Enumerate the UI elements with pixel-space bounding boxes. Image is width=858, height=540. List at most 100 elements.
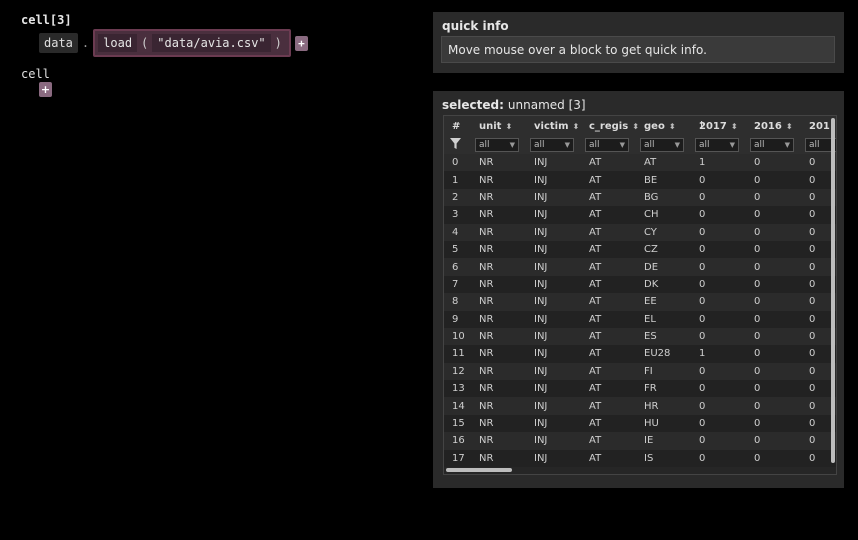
table-cell: AT xyxy=(581,380,636,398)
paren-open: ( xyxy=(141,36,149,50)
table-row[interactable]: 3 NR INJ AT CH 0 0 0 xyxy=(444,206,836,224)
table-row[interactable]: 6 NR INJ AT DE 0 0 0 xyxy=(444,258,836,276)
quick-info-panel: quick info Move mouse over a block to ge… xyxy=(433,12,844,73)
table-cell: BG xyxy=(636,188,691,207)
table-cell: BE xyxy=(636,171,691,189)
add-block-button[interactable]: + xyxy=(294,35,308,51)
table-row[interactable]: 7 NR INJ AT DK 0 0 0 xyxy=(444,275,836,294)
table-cell: INJ xyxy=(526,397,581,415)
table-row[interactable]: 11 NR INJ AT EU28 1 0 0 xyxy=(444,345,836,363)
table-cell: 0 xyxy=(691,275,746,294)
column-filter-select[interactable]: all ▼ xyxy=(640,138,684,152)
table-cell: AT xyxy=(581,293,636,311)
table-cell: CY xyxy=(636,223,691,241)
table-cell: 0 xyxy=(746,432,801,450)
table-cell: 0 xyxy=(691,380,746,398)
table-cell: HR xyxy=(636,397,691,415)
table-cell: INJ xyxy=(526,310,581,328)
table-cell: INJ xyxy=(526,327,581,346)
table-row[interactable]: 13 NR INJ AT FR 0 0 0 xyxy=(444,380,836,398)
table-cell: AT xyxy=(581,275,636,294)
filter-cell: all ▼ xyxy=(691,136,746,154)
sort-arrows-icon[interactable]: ⬍ xyxy=(632,122,639,131)
column-filter-select[interactable]: all ▼ xyxy=(695,138,739,152)
table-cell: INJ xyxy=(526,154,581,172)
table-row[interactable]: 1 NR INJ AT BE 0 0 0 xyxy=(444,171,836,189)
table-row[interactable]: 15 NR INJ AT HU 0 0 0 xyxy=(444,414,836,433)
data-table-viewport[interactable]: # unit ⬍ victim ⬍ c_regis ⬍ geo ⬍ 2017 ⬍ 2016 ⬍ 201 a… xyxy=(443,115,837,475)
table-row[interactable]: 10 NR INJ AT ES 0 0 0 xyxy=(444,327,836,346)
table-cell: NR xyxy=(471,240,526,259)
column-header[interactable]: c_regis ⬍ xyxy=(581,116,639,136)
column-header[interactable]: 2016 ⬍ xyxy=(746,116,801,136)
table-row[interactable]: 4 NR INJ AT CY 0 0 0 xyxy=(444,223,836,241)
data-token[interactable]: data xyxy=(39,33,78,53)
table-cell: INJ xyxy=(526,345,581,363)
table-cell: 0 xyxy=(746,240,801,259)
table-cell: 0 xyxy=(691,310,746,328)
table-cell: 0 xyxy=(691,188,746,207)
table-cell: 0 xyxy=(444,154,471,172)
column-header-label: 2016 xyxy=(754,120,782,132)
table-cell: 0 xyxy=(746,154,801,172)
table-body: 0 NR INJ AT AT 1 0 0 1 NR INJ AT BE 0 0 0 2 NR INJ AT BG 0 0 0 3… xyxy=(444,154,836,468)
filter-value: all xyxy=(479,140,490,150)
path-argument[interactable]: "data/avia.csv" xyxy=(152,34,271,52)
horizontal-scrollbar[interactable] xyxy=(446,468,512,472)
selected-header: selected: unnamed [3] xyxy=(442,98,586,112)
table-cell: 0 xyxy=(746,293,801,311)
column-filter-select[interactable]: all ▼ xyxy=(475,138,519,152)
load-token[interactable]: load xyxy=(98,34,138,52)
chevron-down-icon: ▼ xyxy=(564,141,570,149)
column-header[interactable]: # xyxy=(444,116,471,136)
sort-arrows-icon[interactable]: ⬍ xyxy=(731,122,738,131)
column-header-label: unit xyxy=(479,120,502,132)
dot-token: . xyxy=(81,36,90,50)
column-header-label: # xyxy=(452,120,461,132)
table-cell: 0 xyxy=(746,327,801,346)
table-cell: 1 xyxy=(691,154,746,172)
table-cell: INJ xyxy=(526,293,581,311)
table-cell: CH xyxy=(636,206,691,224)
column-header[interactable]: unit ⬍ xyxy=(471,116,526,136)
table-row[interactable]: 8 NR INJ AT EE 0 0 0 xyxy=(444,293,836,311)
column-filter-select[interactable]: all ▼ xyxy=(530,138,574,152)
add-cell-button[interactable]: + xyxy=(39,82,52,97)
table-row[interactable]: 9 NR INJ AT EL 0 0 0 xyxy=(444,310,836,328)
column-filter-select[interactable]: all ▼ xyxy=(750,138,794,152)
load-call-block[interactable]: load ( "data/avia.csv" ) xyxy=(93,29,291,57)
table-header-row: # unit ⬍ victim ⬍ c_regis ⬍ geo ⬍ 2017 ⬍ 2016 ⬍ 201 xyxy=(444,116,836,136)
column-header[interactable]: victim ⬍ xyxy=(526,116,581,136)
table-cell: 0 xyxy=(746,223,801,241)
sort-arrows-icon[interactable]: ⬍ xyxy=(786,122,793,131)
vertical-scrollbar[interactable] xyxy=(831,118,835,463)
column-header-label: geo xyxy=(644,120,665,132)
table-cell: NR xyxy=(471,414,526,433)
table-row[interactable]: 16 NR INJ AT IE 0 0 0 xyxy=(444,432,836,450)
table-row[interactable]: 14 NR INJ AT HR 0 0 0 xyxy=(444,397,836,415)
sort-arrows-icon[interactable]: ⬍ xyxy=(505,122,512,131)
table-row[interactable]: 12 NR INJ AT FI 0 0 0 xyxy=(444,362,836,381)
column-header[interactable]: geo ⬍ xyxy=(636,116,691,136)
table-cell: 9 xyxy=(444,310,471,328)
table-cell: NR xyxy=(471,310,526,328)
table-row[interactable]: 17 NR INJ AT IS 0 0 0 xyxy=(444,449,836,468)
column-filter-select[interactable]: all ▼ xyxy=(585,138,629,152)
table-cell: 1 xyxy=(444,171,471,189)
table-cell: INJ xyxy=(526,171,581,189)
filter-value: all xyxy=(589,140,600,150)
table-row[interactable]: 0 NR INJ AT AT 1 0 0 xyxy=(444,154,836,172)
filter-cell: all ▼ xyxy=(581,136,636,154)
table-cell: 0 xyxy=(691,223,746,241)
table-row[interactable]: 5 NR INJ AT CZ 0 0 0 xyxy=(444,240,836,259)
table-cell: AT xyxy=(636,154,691,172)
table-cell: 8 xyxy=(444,293,471,311)
table-cell: AT xyxy=(581,206,636,224)
filter-value: all xyxy=(754,140,765,150)
sort-arrows-icon[interactable]: ⬍ xyxy=(669,122,676,131)
table-cell: 11 xyxy=(444,345,471,363)
table-cell: NR xyxy=(471,397,526,415)
sort-arrows-icon[interactable]: ⬍ xyxy=(573,122,580,131)
filter-cell: all ▼ xyxy=(636,136,691,154)
table-row[interactable]: 2 NR INJ AT BG 0 0 0 xyxy=(444,188,836,207)
